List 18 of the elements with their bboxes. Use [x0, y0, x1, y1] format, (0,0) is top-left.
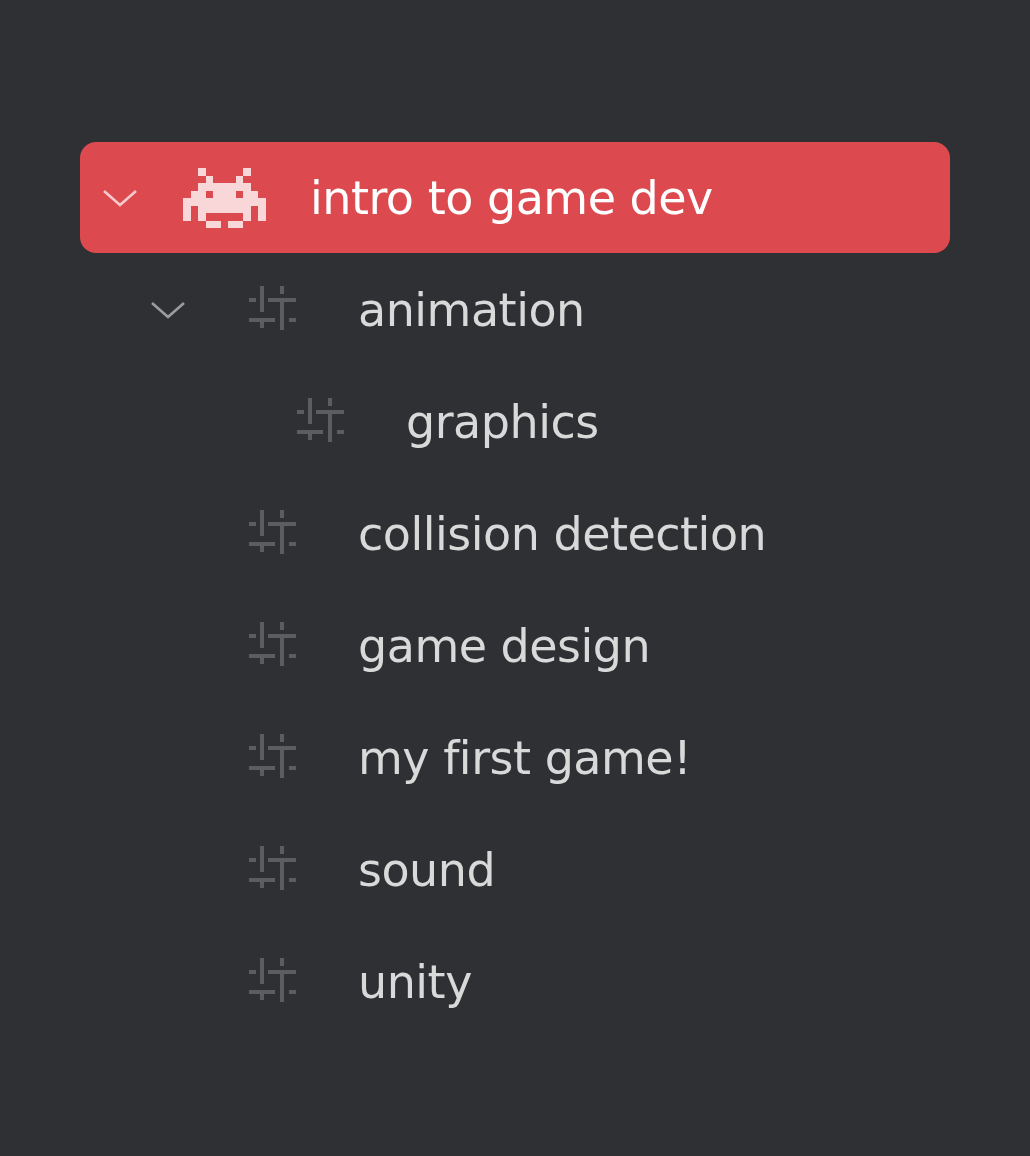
tree-item[interactable]: my first game!: [80, 702, 950, 814]
selected-tree-item[interactable]: intro to game dev: [80, 142, 950, 253]
item-label: graphics: [406, 395, 599, 449]
item-label: unity: [358, 955, 472, 1009]
tree-item[interactable]: animation: [80, 254, 950, 366]
tree-item[interactable]: unity: [80, 926, 950, 1038]
item-label: animation: [358, 283, 585, 337]
tree-item[interactable]: collision detection: [80, 478, 950, 590]
chevron-down-icon[interactable]: [149, 299, 187, 321]
item-label: my first game!: [358, 731, 692, 785]
tree-item[interactable]: graphics: [80, 366, 950, 478]
tree-item[interactable]: sound: [80, 814, 950, 926]
item-label: intro to game dev: [310, 170, 713, 225]
item-label: collision detection: [358, 507, 767, 561]
item-label: game design: [358, 619, 651, 673]
item-label: sound: [358, 843, 496, 897]
space-invader-icon: [182, 167, 266, 228]
tree-item[interactable]: game design: [80, 590, 950, 702]
